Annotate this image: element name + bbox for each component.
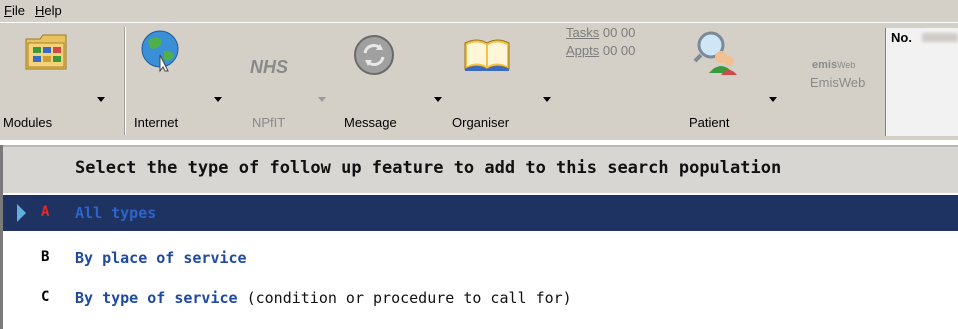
patient-number-redacted: [922, 33, 958, 42]
option-key: B: [41, 249, 50, 265]
message-button[interactable]: Message: [330, 23, 442, 141]
option-label[interactable]: By place of service: [75, 249, 247, 267]
patient-dropdown-icon[interactable]: [769, 97, 777, 102]
patient-search-icon: [693, 31, 737, 75]
tasks-link-text[interactable]: Tasks: [566, 25, 599, 40]
emisweb-label: EmisWeb: [810, 75, 866, 90]
patient-button[interactable]: Patient: [675, 23, 780, 141]
patient-info-box: No.: [885, 28, 958, 136]
menu-bar: File Help: [0, 0, 958, 22]
menu-help-rest: elp: [44, 3, 62, 18]
appts-link-text[interactable]: Appts: [566, 43, 599, 58]
option-label-main[interactable]: All types: [75, 204, 156, 222]
menu-file-rest: ile: [11, 3, 25, 18]
tasks-link[interactable]: Tasks 00 00: [566, 25, 635, 40]
panel-header: Select the type of follow up feature to …: [3, 145, 958, 193]
selection-pointer-icon: [17, 204, 26, 222]
nhs-logo-icon: NHS: [250, 57, 289, 77]
appts-count: 00 00: [599, 43, 636, 58]
option-row-type-of-service[interactable]: C By type of service (condition or proce…: [3, 280, 958, 316]
modules-button[interactable]: Modules: [0, 23, 124, 141]
option-label-main[interactable]: By type of service: [75, 289, 238, 307]
globe-icon: [141, 30, 179, 73]
option-label-extra: (condition or procedure to call for): [237, 289, 572, 307]
toolbar-separator: [124, 27, 126, 135]
organiser-button[interactable]: Organiser: [445, 23, 551, 141]
panel-title: Select the type of follow up feature to …: [75, 158, 782, 178]
book-icon: [464, 39, 510, 71]
option-row-place-of-service[interactable]: B By place of service: [3, 240, 958, 276]
toolbar: Modules Internet NHS NPfIT Message Organ…: [0, 22, 958, 141]
modules-dropdown-icon[interactable]: [97, 97, 105, 102]
npfit-button[interactable]: NHS NPfIT: [240, 23, 330, 141]
menu-help-accel: H: [35, 3, 45, 18]
option-label[interactable]: By type of service (condition or procedu…: [75, 289, 572, 307]
internet-label: Internet: [134, 115, 179, 130]
menu-file[interactable]: File: [4, 3, 25, 18]
patient-number-label: No.: [891, 30, 912, 45]
message-icon: [354, 35, 394, 75]
npfit-dropdown-icon[interactable]: [318, 97, 326, 102]
emisweb-logo-icon: emisWeb: [812, 59, 855, 71]
menu-help[interactable]: Help: [35, 3, 62, 18]
emisweb-logo-web: Web: [837, 60, 856, 70]
organiser-dropdown-icon[interactable]: [543, 97, 551, 102]
modules-icon: [25, 34, 67, 70]
modules-label: Modules: [3, 115, 53, 130]
message-dropdown-icon[interactable]: [434, 97, 442, 102]
patient-label: Patient: [689, 115, 730, 130]
emisweb-button[interactable]: emisWeb EmisWeb: [800, 23, 884, 141]
option-label[interactable]: All types: [75, 204, 156, 222]
tasks-count: 00 00: [599, 25, 636, 40]
menu-file-accel: F: [4, 3, 12, 18]
message-label: Message: [344, 115, 397, 130]
option-label-main[interactable]: By place of service: [75, 249, 247, 267]
option-row-all-types[interactable]: A All types: [3, 195, 958, 231]
option-key: A: [41, 204, 50, 220]
internet-dropdown-icon[interactable]: [214, 97, 222, 102]
appts-link[interactable]: Appts 00 00: [566, 43, 635, 58]
internet-button[interactable]: Internet: [128, 23, 228, 141]
npfit-label: NPfIT: [252, 115, 286, 130]
option-key: C: [41, 289, 50, 305]
emisweb-logo-emis: emis: [812, 59, 838, 71]
organiser-label: Organiser: [452, 115, 510, 130]
